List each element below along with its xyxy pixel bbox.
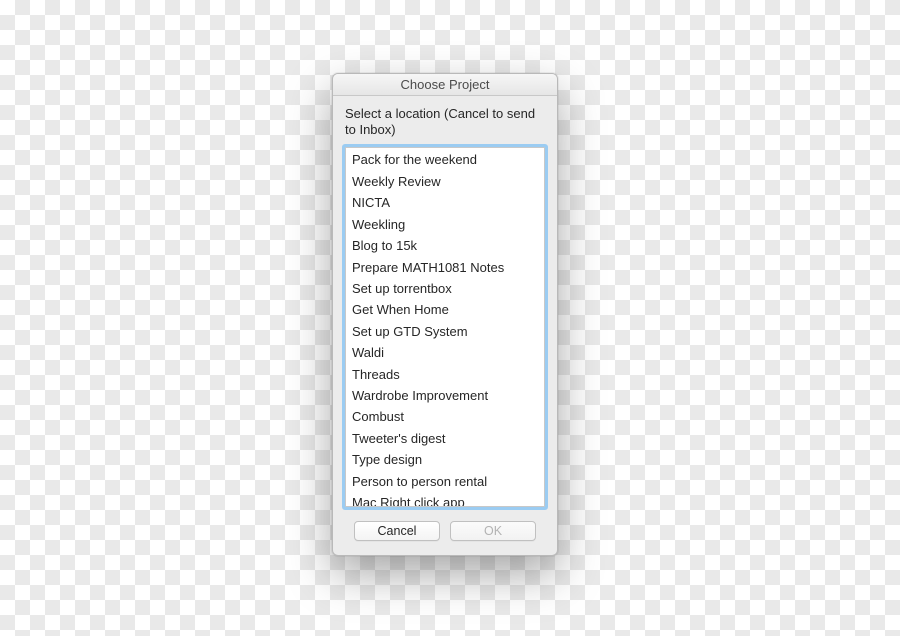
dialog-instruction: Select a location (Cancel to send to Inb… [345,106,545,139]
list-item[interactable]: Prepare MATH1081 Notes [346,257,544,278]
list-item[interactable]: Set up torrentbox [346,278,544,299]
list-item[interactable]: Tweeter's digest [346,428,544,449]
list-item[interactable]: Type design [346,449,544,470]
list-item[interactable]: Mac Right click app [346,492,544,506]
ok-button: OK [450,521,536,541]
list-item[interactable]: Blog to 15k [346,235,544,256]
dialog-button-row: Cancel OK [345,521,545,541]
dialog-content: Select a location (Cancel to send to Inb… [333,96,557,555]
project-listbox[interactable]: Pack for the weekend Weekly Review NICTA… [345,147,545,507]
list-item[interactable]: Weekling [346,214,544,235]
list-item[interactable]: Weekly Review [346,171,544,192]
list-item[interactable]: Set up GTD System [346,321,544,342]
dialog-title: Choose Project [333,74,557,96]
choose-project-dialog: Choose Project Select a location (Cancel… [332,73,558,556]
list-item[interactable]: Pack for the weekend [346,150,544,171]
list-item[interactable]: Threads [346,364,544,385]
list-item[interactable]: NICTA [346,192,544,213]
list-item[interactable]: Get When Home [346,299,544,320]
list-item[interactable]: Wardrobe Improvement [346,385,544,406]
list-item[interactable]: Person to person rental [346,471,544,492]
list-item[interactable]: Waldi [346,342,544,363]
list-item[interactable]: Combust [346,407,544,428]
cancel-button[interactable]: Cancel [354,521,440,541]
